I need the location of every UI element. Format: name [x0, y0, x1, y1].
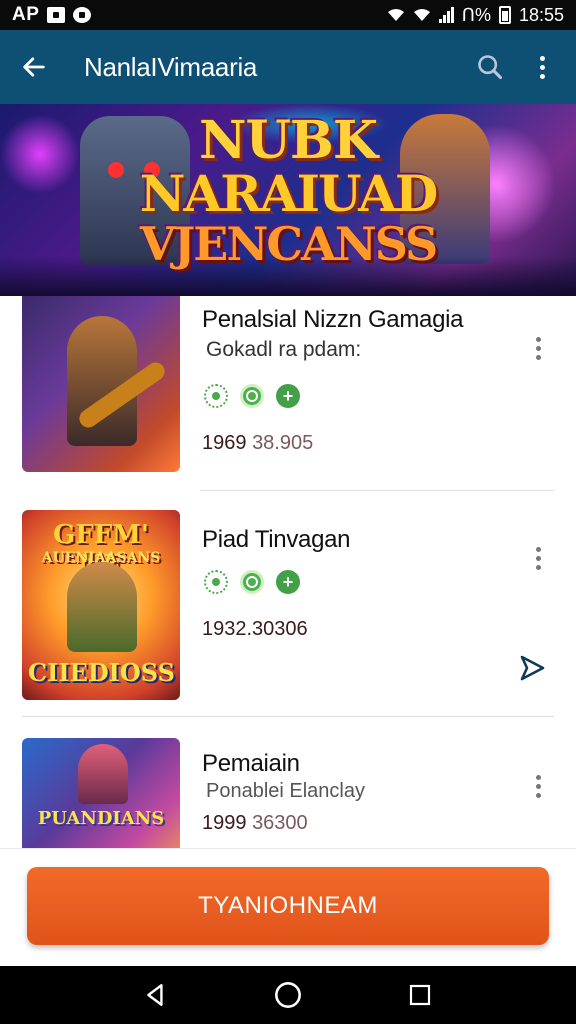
back-button[interactable] — [14, 47, 54, 87]
item-menu-button[interactable] — [528, 770, 548, 802]
add-badge-icon — [276, 384, 300, 408]
banner-title-line: NUBK — [198, 110, 378, 171]
divider — [22, 716, 554, 717]
play-arrow-icon[interactable] — [516, 652, 548, 684]
nav-back-button[interactable] — [136, 975, 176, 1015]
game-thumbnail[interactable]: GFFM' NE AUENIAASANS CIIEDIOSS — [22, 510, 180, 700]
banner-title-line: VJENCANSS — [139, 217, 438, 271]
square-recents-icon — [409, 984, 431, 1006]
stat-primary: 1999 — [202, 812, 247, 834]
primary-action-button[interactable]: TYANIOHNEAM — [27, 867, 549, 945]
add-badge-icon — [276, 570, 300, 594]
triangle-back-icon — [147, 984, 163, 1006]
list-item[interactable]: PUANDIANS Pemaiain Ponablei Elanclay 199… — [0, 718, 576, 848]
check-badge-icon — [240, 384, 264, 408]
sync-icon — [73, 7, 92, 23]
gear-badge-icon — [204, 384, 228, 408]
item-title: Penalsial Nizzn Gamagia — [202, 306, 464, 333]
hero-banner[interactable]: NUBK NARAIUAD VJENCANSS — [0, 104, 576, 296]
cta-area: TYANIOHNEAM — [0, 848, 576, 966]
search-icon — [478, 55, 503, 80]
thumbnail-title: PUANDIANS — [37, 808, 165, 829]
app-bar: NanlaIVimaaria — [0, 30, 576, 104]
item-stats: 1932.30306 — [202, 618, 308, 641]
item-badges — [204, 384, 300, 408]
game-list: Penalsial Nizzn Gamagia Gokadl ra pdam: … — [0, 296, 576, 848]
game-thumbnail[interactable] — [22, 296, 180, 472]
overflow-menu-button[interactable] — [522, 47, 562, 87]
nav-home-button[interactable] — [268, 975, 308, 1015]
banner-title-line: NARAIUAD — [139, 164, 438, 223]
item-menu-button[interactable] — [528, 542, 548, 574]
banner-title: NUBK NARAIUAD VJENCANSS — [0, 110, 576, 271]
search-button[interactable] — [470, 47, 510, 87]
item-menu-button[interactable] — [528, 332, 548, 364]
list-item[interactable]: GFFM' NE AUENIAASANS CIIEDIOSS Piad Tinv… — [0, 492, 576, 718]
thumbnail-character — [67, 562, 137, 652]
thumbnail-title: CIIEDIOSS — [28, 658, 175, 687]
divider — [200, 490, 554, 491]
status-left: AP — [12, 4, 92, 26]
game-thumbnail[interactable]: PUANDIANS — [22, 738, 180, 848]
stat-primary: 1969 — [202, 432, 247, 454]
notification-icon — [47, 7, 66, 23]
clock: 18:55 — [518, 4, 564, 25]
wifi-icon-2 — [413, 9, 430, 21]
signal-icon — [438, 7, 454, 23]
battery-percent: Ո% — [461, 4, 491, 25]
stat-secondary: 36300 — [252, 812, 308, 834]
check-badge-icon — [240, 570, 264, 594]
nav-recents-button[interactable] — [400, 975, 440, 1015]
item-title: Piad Tinvagan — [202, 526, 351, 553]
item-subtitle: Gokadl ra pdam: — [206, 338, 362, 361]
item-stats: 1999 36300 — [202, 812, 308, 835]
app-title: NanlaIVimaaria — [84, 51, 258, 82]
item-title: Pemaiain — [202, 750, 300, 777]
battery-icon — [498, 6, 511, 24]
item-stats: 1969 38.905 — [202, 432, 313, 455]
status-right: Ո% 18:55 — [387, 5, 564, 26]
more-vert-icon — [539, 55, 545, 79]
carrier-label: AP — [12, 4, 40, 25]
item-badges — [204, 570, 300, 594]
status-bar: AP Ո% 18:55 — [0, 0, 576, 30]
gear-badge-icon — [204, 570, 228, 594]
item-subtitle: Ponablei Elanclay — [206, 780, 365, 802]
system-nav-bar — [0, 966, 576, 1024]
list-item[interactable]: Penalsial Nizzn Gamagia Gokadl ra pdam: … — [0, 296, 576, 492]
circle-home-icon — [275, 982, 301, 1008]
thumbnail-character — [78, 744, 128, 804]
stat-primary: 1932.30306 — [202, 618, 308, 640]
wifi-icon — [387, 9, 404, 21]
stat-secondary: 38.905 — [252, 432, 314, 454]
arrow-back-icon — [23, 57, 45, 77]
